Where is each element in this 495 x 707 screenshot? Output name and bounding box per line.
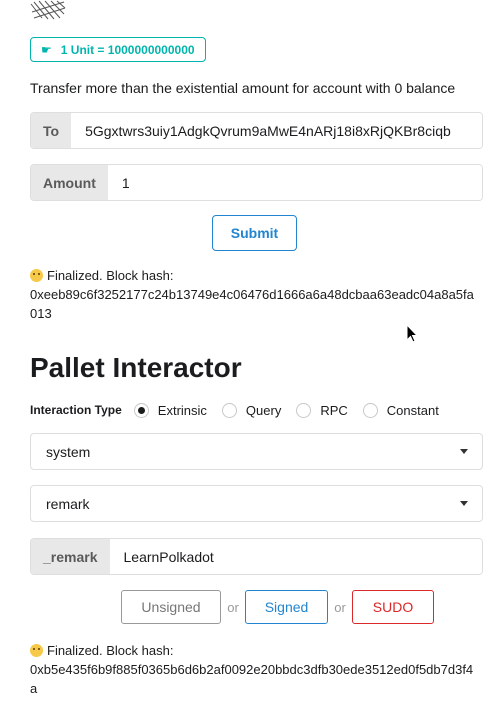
signed-button[interactable]: Signed [245, 590, 328, 624]
or-separator: or [334, 599, 346, 615]
unit-label: ☛ 1 Unit = 1000000000000 [30, 37, 206, 62]
or-separator: or [227, 599, 239, 615]
mouse-pointer-icon [406, 324, 418, 343]
unit-label-text: 1 Unit = 1000000000000 [60, 42, 195, 57]
radio-query[interactable]: Query [221, 402, 282, 418]
remark-field: _remark [30, 538, 483, 575]
hand-pointing-right-icon: ☛ [41, 42, 52, 57]
radio-constant-label: Constant [386, 402, 439, 418]
radio-query-label: Query [245, 402, 282, 418]
slightly-smiling-face-icon [30, 269, 43, 282]
radio-extrinsic-label: Extrinsic [157, 402, 207, 418]
pallet-status: Finalized. Block hash: 0xb5e435f6b9f885f… [30, 641, 480, 698]
radio-constant[interactable]: Constant [362, 402, 439, 418]
logo-icon [30, 0, 66, 20]
radio-circle-icon[interactable] [221, 402, 237, 418]
callable-select-value: remark [46, 495, 90, 512]
transfer-info-text: Transfer more than the existential amoun… [30, 80, 456, 96]
to-address-input[interactable] [71, 113, 482, 148]
radio-circle-icon[interactable] [296, 402, 312, 418]
transfer-block-hash: 0xeeb89c6f3252177c24b13749e4c06476d1666a… [30, 287, 474, 321]
pallet-block-hash: 0xb5e435f6b9f885f0365b6d6b2af0092e20bbdc… [30, 662, 474, 696]
interaction-type-group: Interaction Type Extrinsic Query RPC Con… [30, 400, 454, 420]
amount-field: Amount [30, 164, 483, 201]
transfer-status: Finalized. Block hash: 0xeeb89c6f3252177… [30, 266, 480, 323]
pallet-status-text: Finalized. Block hash: [47, 643, 174, 658]
radio-extrinsic[interactable]: Extrinsic [133, 402, 207, 418]
amount-label: Amount [31, 165, 108, 200]
interaction-type-label: Interaction Type [30, 403, 122, 417]
pallet-select[interactable]: system [30, 433, 483, 470]
unsigned-button[interactable]: Unsigned [121, 590, 221, 624]
remark-input[interactable] [109, 539, 482, 574]
amount-input[interactable] [107, 165, 482, 200]
transfer-status-text: Finalized. Block hash: [47, 268, 174, 283]
pallet-select-value: system [46, 443, 91, 460]
radio-rpc[interactable]: RPC [296, 402, 348, 418]
sudo-button[interactable]: SUDO [352, 590, 434, 624]
to-label: To [31, 113, 72, 148]
tx-button-group: Unsigned or Signed or SUDO [121, 590, 434, 624]
dropdown-caret-icon [460, 501, 468, 506]
radio-rpc-label: RPC [320, 402, 348, 418]
callable-select[interactable]: remark [30, 485, 483, 522]
slightly-smiling-face-icon [30, 644, 43, 657]
dropdown-caret-icon [460, 449, 468, 454]
pallet-interactor-title: Pallet Interactor [30, 352, 242, 383]
to-field: To [30, 112, 483, 149]
radio-circle-icon[interactable] [362, 402, 378, 418]
submit-button[interactable]: Submit [212, 215, 297, 251]
remark-label: _remark [31, 539, 110, 574]
radio-circle-icon[interactable] [133, 402, 149, 418]
